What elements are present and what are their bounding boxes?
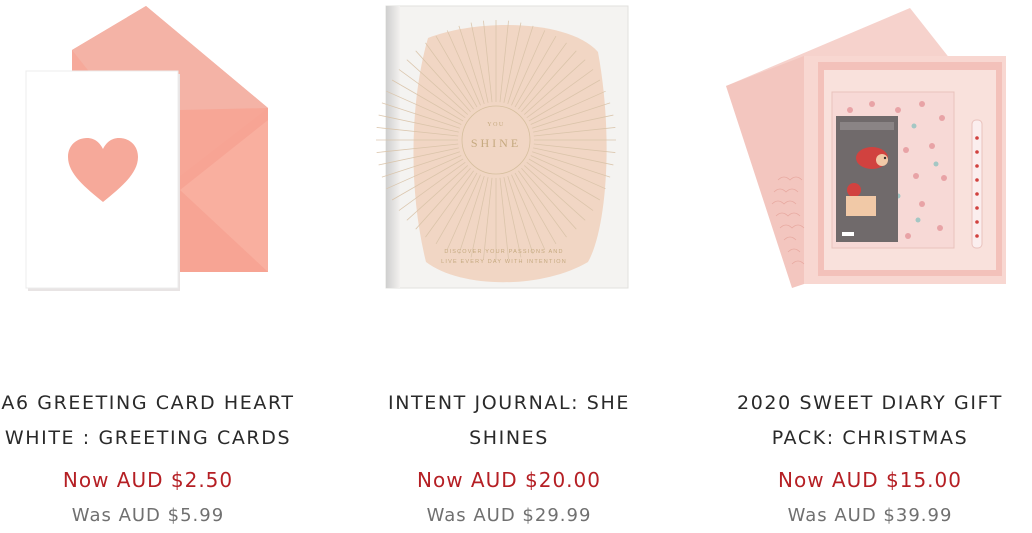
product-title-line[interactable]: INTENT JOURNAL: SHE: [370, 386, 648, 421]
sale-price: Now AUD $15.00: [778, 468, 962, 492]
greeting-card-heart-image: [25, 6, 268, 291]
sale-price: Now AUD $20.00: [417, 468, 601, 492]
product-title-line[interactable]: SHINES: [370, 421, 648, 456]
product-title-line[interactable]: PACK: CHRISTMAS: [722, 421, 1018, 456]
cover-text: LIVE EVERY DAY WITH INTENTION: [441, 259, 567, 265]
sale-price: Now AUD $2.50: [62, 468, 234, 492]
product-card[interactable]: A6 GREETING CARD HEART WHITE : GREETING …: [0, 0, 296, 533]
product-title[interactable]: INTENT JOURNAL: SHE SHINES: [370, 386, 648, 456]
product-grid: A6 GREETING CARD HEART WHITE : GREETING …: [0, 0, 1032, 533]
diary-gift-pack-image: [726, 8, 1006, 288]
product-title[interactable]: A6 GREETING CARD HEART WHITE : GREETING …: [0, 386, 296, 456]
product-image-link[interactable]: [722, 0, 1018, 300]
product-title-line[interactable]: WHITE : GREETING CARDS: [0, 421, 296, 456]
product-title[interactable]: 2020 SWEET DIARY GIFT PACK: CHRISTMAS: [722, 386, 1018, 456]
journal-image: YOU SHINE DISCOVER YOUR PASSIONS AND LIV…: [376, 5, 629, 289]
product-title-line[interactable]: A6 GREETING CARD HEART: [0, 386, 296, 421]
original-price: Was AUD $39.99: [787, 505, 953, 526]
product-title-line[interactable]: 2020 SWEET DIARY GIFT: [722, 386, 1018, 421]
product-image-link[interactable]: YOU SHINE DISCOVER YOUR PASSIONS AND LIV…: [370, 0, 648, 300]
original-price: Was AUD $5.99: [71, 505, 225, 526]
product-card[interactable]: YOU SHINE DISCOVER YOUR PASSIONS AND LIV…: [370, 0, 648, 533]
product-card[interactable]: 2020 SWEET DIARY GIFT PACK: CHRISTMAS No…: [722, 0, 1018, 533]
original-price: Was AUD $29.99: [426, 505, 592, 526]
cover-text: DISCOVER YOUR PASSIONS AND: [444, 249, 563, 255]
cover-text: YOU: [487, 122, 505, 128]
cover-text: SHINE: [471, 136, 521, 150]
product-image-link[interactable]: [0, 0, 296, 300]
